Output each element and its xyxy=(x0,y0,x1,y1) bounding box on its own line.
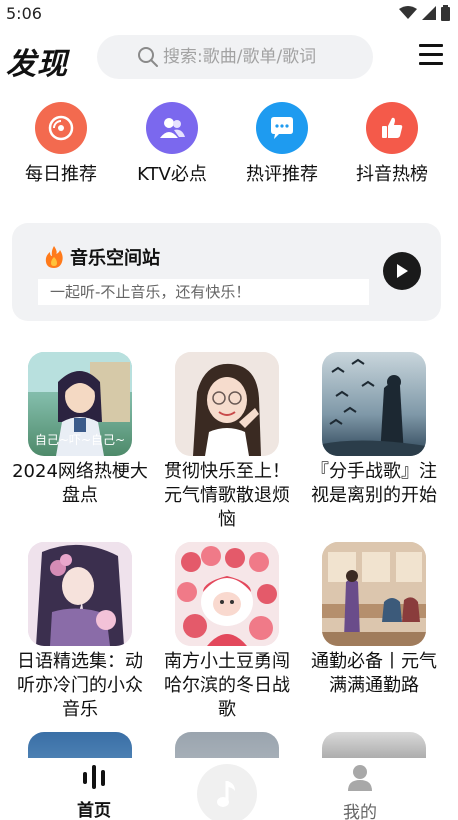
category-daily-recommend[interactable]: 每日推荐 xyxy=(6,100,116,186)
playlist-card[interactable]: 贯彻快乐至上！元气情歌散退烦恼 xyxy=(153,352,301,532)
playlist-caption: 『分手战歌』注视是离别的开始 xyxy=(311,461,437,506)
battery-icon xyxy=(441,5,450,21)
playlist-cover xyxy=(322,542,426,646)
playlist-caption: 2024网络热梗大盘点 xyxy=(12,461,148,506)
category-shortcuts: 每日推荐 KTV必点 热评推荐 抖音热榜 xyxy=(0,100,458,190)
playlist-caption: 南方小土豆勇闯哈尔滨的冬日战歌 xyxy=(164,651,290,720)
tab-home[interactable]: 首页 xyxy=(54,764,134,820)
chat-bubble-icon xyxy=(256,102,308,154)
search-icon xyxy=(138,47,158,67)
tab-home-label: 首页 xyxy=(77,801,111,820)
playlist-caption: 日语精选集：动听亦冷门的小众音乐 xyxy=(17,651,143,720)
playlist-cover xyxy=(175,352,279,456)
category-douyin-chart[interactable]: 抖音热榜 xyxy=(337,100,447,186)
header: 发现 xyxy=(0,30,458,86)
station-header: 音乐空间站 xyxy=(44,244,160,270)
status-bar: 5:06 xyxy=(0,0,458,28)
category-ktv[interactable]: KTV必点 xyxy=(117,100,227,186)
playlist-cover xyxy=(175,542,279,646)
category-label: 每日推荐 xyxy=(25,164,97,185)
cover-text: 自己~吓~自己~ xyxy=(34,433,126,447)
play-icon xyxy=(397,264,408,278)
status-time: 5:06 xyxy=(6,4,42,23)
playlist-card[interactable]: 通勤必备丨元气满满通勤路 xyxy=(300,542,448,698)
vinyl-record-icon xyxy=(35,102,87,154)
category-label: 热评推荐 xyxy=(246,164,318,185)
users-icon xyxy=(146,102,198,154)
wifi-icon xyxy=(399,6,417,19)
page-title: 发现 xyxy=(6,47,68,82)
music-station-card[interactable]: 音乐空间站 一起听-不止音乐，还有快乐！ xyxy=(12,223,441,321)
search-bar[interactable] xyxy=(97,35,373,79)
station-subtitle: 一起听-不止音乐，还有快乐！ xyxy=(38,279,369,305)
user-icon xyxy=(348,765,372,791)
bottom-nav: 首页 我的 xyxy=(0,758,458,820)
search-input[interactable] xyxy=(163,47,353,67)
playlist-card[interactable]: 『分手战歌』注视是离别的开始 xyxy=(300,352,448,508)
playlist-card[interactable]: 南方小土豆勇闯哈尔滨的冬日战歌 xyxy=(153,542,301,722)
category-label: 抖音热榜 xyxy=(356,164,428,185)
category-hot-comments[interactable]: 热评推荐 xyxy=(227,100,337,186)
playlist-caption: 贯彻快乐至上！元气情歌散退烦恼 xyxy=(164,461,290,530)
playlist-card[interactable]: 日语精选集：动听亦冷门的小众音乐 xyxy=(6,542,154,722)
status-icons xyxy=(399,5,450,21)
signal-icon xyxy=(422,6,436,20)
playlist-caption: 通勤必备丨元气满满通勤路 xyxy=(311,651,437,696)
playlist-cover xyxy=(322,352,426,456)
play-button[interactable] xyxy=(383,252,421,290)
menu-icon[interactable] xyxy=(419,44,443,68)
flame-icon xyxy=(45,246,63,268)
category-label: KTV必点 xyxy=(137,164,207,185)
playlist-cover xyxy=(28,542,132,646)
now-playing-button[interactable] xyxy=(197,764,257,820)
playlist-cover: 自己~吓~自己~ xyxy=(28,352,132,456)
playlist-card[interactable]: 自己~吓~自己~ 2024网络热梗大盘点 xyxy=(6,352,154,508)
tab-mine[interactable]: 我的 xyxy=(320,764,400,820)
music-note-icon xyxy=(217,781,235,807)
soundwave-icon xyxy=(83,765,105,789)
station-title: 音乐空间站 xyxy=(70,248,160,269)
thumbs-up-icon xyxy=(366,102,418,154)
tab-mine-label: 我的 xyxy=(343,803,377,820)
